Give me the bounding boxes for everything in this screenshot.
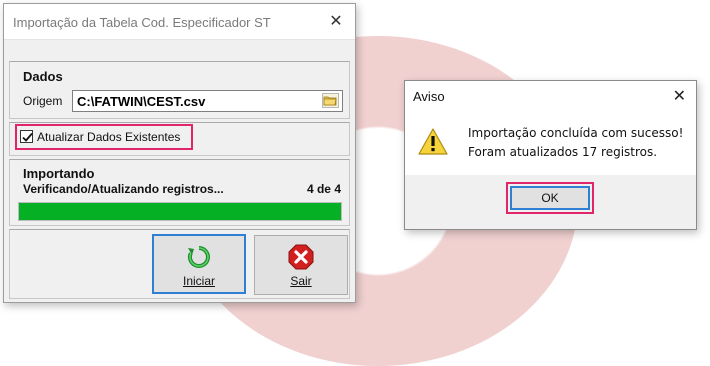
aviso-message-line1: Importação concluída com sucesso! [468, 126, 684, 140]
progress-title: Importando [23, 166, 95, 181]
warning-icon [418, 128, 448, 155]
dados-panel: Dados Origem C:\FATWIN\CEST.csv [9, 61, 350, 119]
screen: Importação da Tabela Cod. Especificador … [0, 0, 710, 366]
aviso-body: Importação concluída com sucesso! Foram … [405, 112, 696, 175]
aviso-dialog: Aviso ✕ Importação concluída com sucesso… [404, 80, 697, 230]
progress-fill [19, 203, 341, 220]
origem-value: C:\FATWIN\CEST.csv [77, 94, 206, 109]
atualizar-checkbox-highlight[interactable]: Atualizar Dados Existentes [15, 124, 193, 150]
ok-button[interactable]: OK [510, 186, 590, 210]
checkmark-icon [22, 132, 33, 142]
iniciar-button[interactable]: Iniciar [152, 234, 246, 294]
progress-counter: 4 de 4 [306, 182, 341, 196]
iniciar-label: Iniciar [182, 274, 215, 288]
import-dialog: Importação da Tabela Cod. Especificador … [3, 3, 356, 303]
title-bar: Importação da Tabela Cod. Especificador … [4, 4, 355, 40]
buttons-panel: Iniciar Sair [9, 229, 350, 299]
dialog-title: Importação da Tabela Cod. Especificador … [13, 15, 271, 30]
origem-field[interactable]: C:\FATWIN\CEST.csv [72, 90, 343, 112]
atualizar-checkbox[interactable] [20, 130, 33, 143]
origem-label: Origem [23, 94, 63, 108]
aviso-message-line2: Foram atualizados 17 registros. [468, 145, 658, 159]
progress-status: Verificando/Atualizando registros... [23, 182, 224, 196]
sair-button[interactable]: Sair [254, 235, 348, 295]
atualizar-checkbox-label: Atualizar Dados Existentes [37, 130, 181, 144]
exit-icon [288, 244, 314, 270]
ok-button-highlight: OK [506, 182, 594, 214]
folder-icon [323, 96, 337, 106]
aviso-title: Aviso [413, 89, 445, 104]
progress-panel: Importando Verificando/Atualizando regis… [9, 159, 350, 226]
aviso-title-bar: Aviso ✕ [405, 81, 696, 112]
browse-folder-button[interactable] [322, 93, 339, 108]
aviso-close-button[interactable]: ✕ [673, 86, 686, 105]
close-button[interactable]: ✕ [326, 11, 346, 31]
dados-title: Dados [23, 69, 63, 84]
refresh-icon [188, 246, 210, 268]
progress-bar [18, 202, 342, 221]
sair-label: Sair [290, 274, 312, 288]
